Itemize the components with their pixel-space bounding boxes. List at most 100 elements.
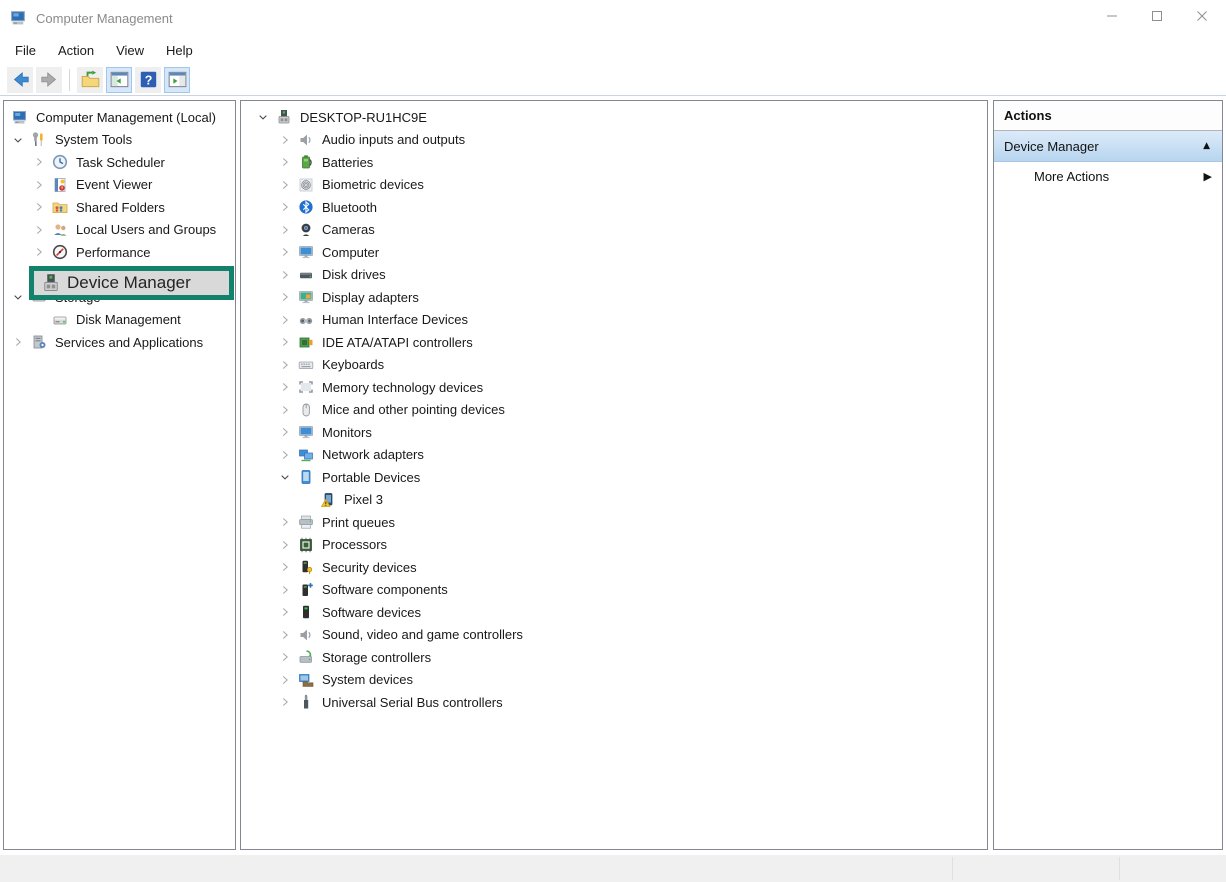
chevron-collapsed-icon[interactable]: [278, 559, 298, 575]
minimize-button[interactable]: [1089, 0, 1134, 32]
chevron-expanded-icon[interactable]: [278, 469, 298, 485]
tree-item-network-adapters[interactable]: Network adapters: [241, 444, 987, 467]
tree-item-audio-inputs-and-outputs[interactable]: Audio inputs and outputs: [241, 129, 987, 152]
tree-item-sound-video-and-game-controllers[interactable]: Sound, video and game controllers: [241, 624, 987, 647]
chevron-collapsed-icon[interactable]: [11, 334, 31, 350]
chevron-collapsed-icon[interactable]: [278, 357, 298, 373]
chevron-collapsed-icon[interactable]: [278, 177, 298, 193]
more-actions-item[interactable]: More Actions ▶: [994, 162, 1222, 191]
chevron-collapsed-icon[interactable]: [278, 672, 298, 688]
display-adapter-icon: [298, 289, 319, 305]
tree-item-label: DESKTOP-RU1HC9E: [297, 109, 430, 126]
chevron-expanded-icon[interactable]: [11, 132, 31, 148]
tree-item-ide-ata-atapi-controllers[interactable]: IDE ATA/ATAPI controllers: [241, 331, 987, 354]
show-hide-action-pane-button[interactable]: [164, 67, 190, 93]
chevron-collapsed-icon[interactable]: [278, 289, 298, 305]
tree-item-security-devices[interactable]: Security devices: [241, 556, 987, 579]
tree-item-system-tools[interactable]: System Tools: [4, 129, 235, 152]
tree-item-label: Storage controllers: [319, 649, 434, 666]
chevron-collapsed-icon[interactable]: [278, 582, 298, 598]
monitor-icon: [298, 424, 319, 440]
tree-item-label: Memory technology devices: [319, 379, 486, 396]
phone-warning-icon: [320, 492, 341, 508]
tree-item-label: Pixel 3: [341, 491, 386, 508]
tree-item-mice-and-other-pointing-devices[interactable]: Mice and other pointing devices: [241, 399, 987, 422]
tree-item-performance[interactable]: Performance: [4, 241, 235, 264]
chevron-collapsed-icon[interactable]: [278, 132, 298, 148]
tree-item-portable-devices[interactable]: Portable Devices: [241, 466, 987, 489]
tree-item-system-devices[interactable]: System devices: [241, 669, 987, 692]
tree-item-cameras[interactable]: Cameras: [241, 219, 987, 242]
tree-item-print-queues[interactable]: Print queues: [241, 511, 987, 534]
menu-view[interactable]: View: [105, 39, 155, 62]
tree-item-computer-management-local-[interactable]: Computer Management (Local): [4, 106, 235, 129]
chevron-collapsed-icon[interactable]: [32, 154, 52, 170]
tree-item-computer[interactable]: Computer: [241, 241, 987, 264]
chevron-collapsed-icon[interactable]: [278, 649, 298, 665]
tree-item-storage-controllers[interactable]: Storage controllers: [241, 646, 987, 669]
tree-item-universal-serial-bus-controllers[interactable]: Universal Serial Bus controllers: [241, 691, 987, 714]
chevron-collapsed-icon[interactable]: [278, 537, 298, 553]
chevron-collapsed-icon[interactable]: [32, 199, 52, 215]
chevron-collapsed-icon[interactable]: [278, 244, 298, 260]
window-controls: [1089, 0, 1224, 32]
tree-item-monitors[interactable]: Monitors: [241, 421, 987, 444]
back-button[interactable]: [7, 67, 33, 93]
tree-item-human-interface-devices[interactable]: Human Interface Devices: [241, 309, 987, 332]
tree-item-pixel-3[interactable]: Pixel 3: [241, 489, 987, 512]
disk-drive-icon: [298, 267, 319, 283]
actions-section-device-manager[interactable]: Device Manager ▲: [994, 131, 1222, 162]
software-component-icon: [298, 582, 319, 598]
tree-item-display-adapters[interactable]: Display adapters: [241, 286, 987, 309]
tree-item-biometric-devices[interactable]: Biometric devices: [241, 174, 987, 197]
storage-controller-icon: [298, 649, 319, 665]
tree-item-processors[interactable]: Processors: [241, 534, 987, 557]
chevron-collapsed-icon[interactable]: [278, 334, 298, 350]
tree-item-task-scheduler[interactable]: Task Scheduler: [4, 151, 235, 174]
maximize-button[interactable]: [1134, 0, 1179, 32]
chevron-collapsed-icon[interactable]: [32, 177, 52, 193]
tree-item-memory-technology-devices[interactable]: Memory technology devices: [241, 376, 987, 399]
menu-help[interactable]: Help: [155, 39, 204, 62]
chevron-collapsed-icon[interactable]: [278, 694, 298, 710]
chevron-expanded-icon[interactable]: [256, 109, 276, 125]
tree-item-bluetooth[interactable]: Bluetooth: [241, 196, 987, 219]
arrow-left-icon: [11, 70, 30, 89]
tree-item-software-components[interactable]: Software components: [241, 579, 987, 602]
tree-item-label: Portable Devices: [319, 469, 423, 486]
collapse-section-icon[interactable]: ▲: [1203, 141, 1210, 151]
chevron-collapsed-icon[interactable]: [278, 267, 298, 283]
chevron-collapsed-icon[interactable]: [278, 154, 298, 170]
tree-item-local-users-and-groups[interactable]: Local Users and Groups: [4, 219, 235, 242]
tree-item-services-and-applications[interactable]: Services and Applications: [4, 331, 235, 354]
help-button[interactable]: ?: [135, 67, 161, 93]
chevron-collapsed-icon[interactable]: [32, 222, 52, 238]
tree-item-keyboards[interactable]: Keyboards: [241, 354, 987, 377]
tree-item-desktop-ru1hc9e[interactable]: DESKTOP-RU1HC9E: [241, 106, 987, 129]
chevron-collapsed-icon[interactable]: [278, 379, 298, 395]
forward-button[interactable]: [36, 67, 62, 93]
tree-item-software-devices[interactable]: Software devices: [241, 601, 987, 624]
menu-file[interactable]: File: [4, 39, 47, 62]
menu-action[interactable]: Action: [47, 39, 105, 62]
tree-item-event-viewer[interactable]: Event Viewer: [4, 174, 235, 197]
export-list-button[interactable]: [77, 67, 103, 93]
tree-item-shared-folders[interactable]: Shared Folders: [4, 196, 235, 219]
chevron-collapsed-icon[interactable]: [278, 447, 298, 463]
tree-item-batteries[interactable]: Batteries: [241, 151, 987, 174]
chevron-collapsed-icon[interactable]: [278, 627, 298, 643]
show-hide-console-tree-button[interactable]: [106, 67, 132, 93]
chevron-collapsed-icon[interactable]: [278, 222, 298, 238]
close-button[interactable]: [1179, 0, 1224, 32]
tree-item-disk-drives[interactable]: Disk drives: [241, 264, 987, 287]
chevron-expanded-icon[interactable]: [11, 289, 31, 305]
network-adapter-icon: [298, 447, 319, 463]
chevron-collapsed-icon[interactable]: [278, 424, 298, 440]
chevron-collapsed-icon[interactable]: [278, 604, 298, 620]
tree-item-disk-management[interactable]: Disk Management: [4, 309, 235, 332]
chevron-collapsed-icon[interactable]: [278, 312, 298, 328]
chevron-collapsed-icon[interactable]: [278, 199, 298, 215]
chevron-collapsed-icon[interactable]: [32, 244, 52, 260]
chevron-collapsed-icon[interactable]: [278, 402, 298, 418]
chevron-collapsed-icon[interactable]: [278, 514, 298, 530]
